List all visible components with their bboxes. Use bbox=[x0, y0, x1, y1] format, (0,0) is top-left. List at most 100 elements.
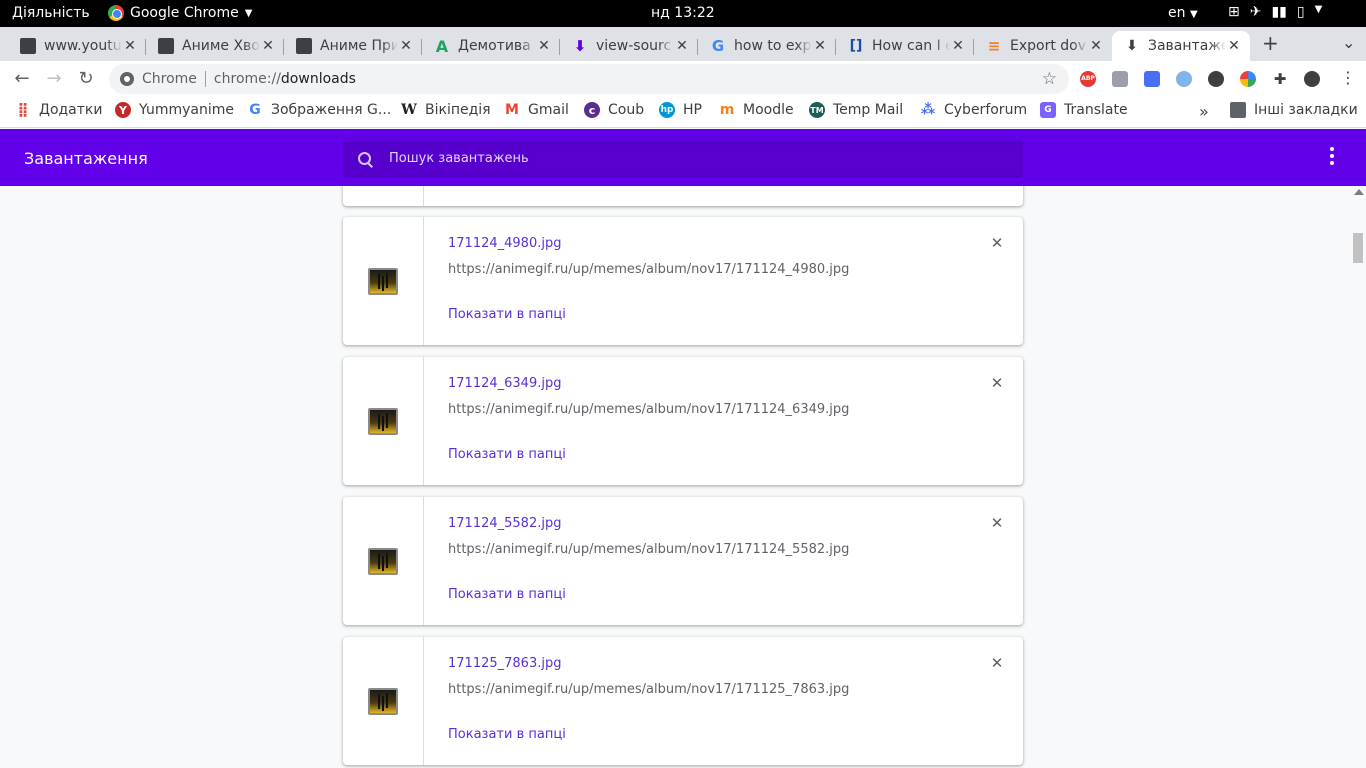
bookmark-coub[interactable]: c Coub bbox=[584, 102, 644, 118]
activities-button[interactable]: Діяльність bbox=[12, 5, 90, 21]
more-bookmarks-chevron-icon[interactable]: » bbox=[1199, 102, 1209, 121]
google-icon: G bbox=[711, 37, 725, 55]
close-icon[interactable]: ✕ bbox=[260, 38, 276, 54]
file-name-link[interactable]: 171124_4980.jpg bbox=[448, 236, 561, 251]
scroll-up-arrow-icon[interactable] bbox=[1354, 189, 1364, 195]
bookmark-label: Вікіпедія bbox=[425, 102, 491, 118]
file-name-link[interactable]: 171124_5582.jpg bbox=[448, 516, 561, 531]
download-card: 171124_6349.jpg https://animegif.ru/up/m… bbox=[343, 357, 1023, 485]
remove-close-icon[interactable]: ✕ bbox=[988, 374, 1006, 392]
tab-export-downloads[interactable]: ≡ Export dov ✕ bbox=[966, 31, 1112, 61]
download-icon: ⬇ bbox=[1126, 38, 1138, 54]
extensions-puzzle-icon[interactable]: ✚ bbox=[1272, 71, 1288, 87]
close-icon[interactable]: ✕ bbox=[812, 38, 828, 54]
search-extension-icon[interactable] bbox=[1176, 71, 1192, 87]
tab-search-chevron-icon[interactable]: ⌄ bbox=[1342, 33, 1355, 52]
stackoverflow-icon: ≡ bbox=[987, 37, 1001, 55]
remove-close-icon[interactable]: ✕ bbox=[988, 514, 1006, 532]
other-bookmarks-folder[interactable]: Інші закладки bbox=[1230, 102, 1358, 118]
close-icon[interactable]: ✕ bbox=[536, 38, 552, 54]
remove-close-icon[interactable]: ✕ bbox=[988, 234, 1006, 252]
tab-downloads[interactable]: ⬇ Завантаже ✕ bbox=[1112, 31, 1250, 61]
new-tab-button[interactable]: + bbox=[1262, 31, 1279, 55]
more-options-icon[interactable] bbox=[1322, 147, 1342, 169]
download-card: 171125_7863.jpg https://animegif.ru/up/m… bbox=[343, 637, 1023, 765]
close-icon[interactable]: ✕ bbox=[674, 38, 690, 54]
file-name-link[interactable]: 171124_6349.jpg bbox=[448, 376, 561, 391]
google-icon: G bbox=[249, 102, 261, 118]
tab-title: view-sourc bbox=[596, 38, 672, 54]
bookmark-moodle[interactable]: m Moodle bbox=[719, 102, 794, 118]
tab-demotivator[interactable]: A Демотива ✕ bbox=[414, 31, 560, 61]
network-icon: ⊞ bbox=[1228, 4, 1240, 20]
circle-extension-icon[interactable] bbox=[1208, 71, 1224, 87]
scrollbar-thumb[interactable] bbox=[1353, 233, 1363, 263]
extension-grid-icon[interactable] bbox=[1112, 71, 1128, 87]
bookmark-google-images[interactable]: G Зображення G... bbox=[247, 102, 391, 118]
bookmark-wikipedia[interactable]: W Вікіпедія bbox=[401, 102, 491, 118]
search-bar[interactable] bbox=[343, 139, 1023, 178]
clock[interactable]: нд 13:22 bbox=[651, 5, 715, 21]
file-source-url[interactable]: https://animegif.ru/up/memes/album/nov17… bbox=[448, 682, 849, 697]
file-source-url[interactable]: https://animegif.ru/up/memes/album/nov17… bbox=[448, 402, 849, 417]
system-tray[interactable]: ⊞ ✈ ▮▮ ▯ ▼ bbox=[1228, 4, 1322, 20]
forward-button[interactable]: → bbox=[42, 67, 66, 91]
chrome-menu-icon[interactable]: ⋮ bbox=[1340, 70, 1356, 87]
download-card: 171124_4980.jpg https://animegif.ru/up/m… bbox=[343, 217, 1023, 345]
tab-google-search[interactable]: G how to exp ✕ bbox=[690, 31, 836, 61]
caret-down-icon: ▼ bbox=[1314, 4, 1323, 15]
tab-youtube[interactable]: www.youtu ✕ bbox=[0, 31, 146, 61]
bookmark-star-icon[interactable]: ☆ bbox=[1042, 69, 1057, 89]
remove-close-icon[interactable]: ✕ bbox=[988, 654, 1006, 672]
tab-view-source[interactable]: ⬇ view-sourc ✕ bbox=[552, 31, 698, 61]
show-in-folder-link[interactable]: Показати в папці bbox=[448, 447, 566, 462]
download-card-partial bbox=[343, 186, 1023, 206]
page-title: Завантаження bbox=[24, 149, 148, 168]
bookmark-temp-mail[interactable]: TM Temp Mail bbox=[809, 102, 903, 118]
tab-anime-1[interactable]: Аниме Хво ✕ bbox=[138, 31, 284, 61]
chrome-site-icon bbox=[120, 72, 134, 86]
file-source-url[interactable]: https://animegif.ru/up/memes/album/nov17… bbox=[448, 262, 849, 277]
language-label: en bbox=[1168, 5, 1186, 21]
adblock-icon[interactable]: ABP bbox=[1080, 71, 1096, 87]
close-icon[interactable]: ✕ bbox=[1088, 38, 1104, 54]
bookmark-yummyanime[interactable]: Y Yummyanime bbox=[115, 102, 234, 118]
file-source-url[interactable]: https://animegif.ru/up/memes/album/nov17… bbox=[448, 542, 849, 557]
bookmark-label: Cyberforum bbox=[944, 102, 1028, 118]
cyberforum-icon: ⁂ bbox=[920, 102, 936, 118]
color-extension-icon[interactable] bbox=[1240, 71, 1256, 87]
close-icon[interactable]: ✕ bbox=[398, 38, 414, 54]
language-indicator[interactable]: en ▼ bbox=[1168, 5, 1198, 21]
bookmark-gmail[interactable]: M Gmail bbox=[504, 102, 569, 118]
reload-button[interactable]: ↻ bbox=[74, 67, 98, 91]
tab-how-can-i[interactable]: [] How can I e ✕ bbox=[828, 31, 974, 61]
address-bar[interactable]: Chrome chrome://downloads ☆ bbox=[109, 64, 1069, 94]
translate-extension-icon[interactable] bbox=[1144, 71, 1160, 87]
close-icon[interactable]: ✕ bbox=[950, 38, 966, 54]
tab-title: Аниме Хво bbox=[182, 38, 260, 54]
close-icon[interactable]: ✕ bbox=[122, 38, 138, 54]
translate-icon: G bbox=[1040, 102, 1056, 118]
close-icon[interactable]: ✕ bbox=[1226, 38, 1242, 54]
profile-avatar-icon[interactable] bbox=[1304, 71, 1320, 87]
folder-icon bbox=[1230, 102, 1246, 118]
bookmark-hp[interactable]: hp HP bbox=[659, 102, 702, 118]
bookmark-cyberforum[interactable]: ⁂ Cyberforum bbox=[920, 102, 1027, 118]
bookmark-label: Yummyanime bbox=[139, 102, 234, 118]
battery-icon: ▯ bbox=[1296, 4, 1305, 20]
folder-icon bbox=[296, 38, 312, 54]
show-in-folder-link[interactable]: Показати в папці bbox=[448, 727, 566, 742]
file-name-link[interactable]: 171125_7863.jpg bbox=[448, 656, 561, 671]
bookmark-translate[interactable]: G Translate bbox=[1040, 102, 1128, 118]
search-input[interactable] bbox=[389, 151, 989, 166]
bookmark-apps[interactable]: ⣿ Додатки bbox=[15, 102, 103, 118]
tab-title: Завантаже bbox=[1148, 38, 1226, 54]
app-menu[interactable]: Google Chrome ▼ bbox=[108, 5, 252, 21]
document-icon: [] bbox=[849, 38, 863, 54]
show-in-folder-link[interactable]: Показати в папці bbox=[448, 307, 566, 322]
tab-title: Export dov bbox=[1010, 38, 1087, 54]
show-in-folder-link[interactable]: Показати в папці bbox=[448, 587, 566, 602]
tab-anime-2[interactable]: Аниме При ✕ bbox=[276, 31, 422, 61]
back-button[interactable]: ← bbox=[10, 67, 34, 91]
downloads-list: 171124_4980.jpg https://animegif.ru/up/m… bbox=[0, 186, 1366, 768]
